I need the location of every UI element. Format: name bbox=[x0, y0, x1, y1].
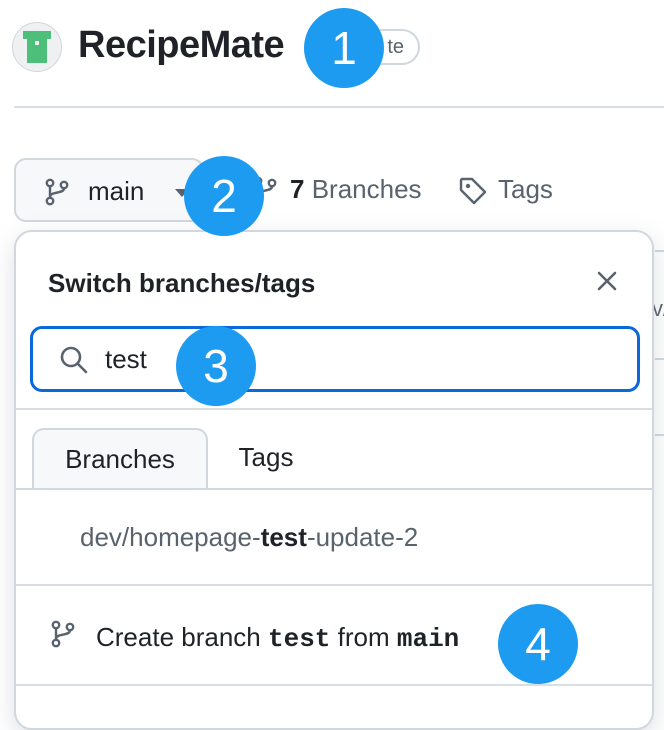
dropdown-divider bbox=[16, 408, 652, 410]
source-branch-name: main bbox=[396, 624, 460, 654]
edge-divider bbox=[655, 358, 664, 360]
search-icon bbox=[60, 346, 88, 374]
git-branch-icon bbox=[45, 178, 69, 206]
close-icon[interactable] bbox=[592, 266, 622, 296]
dropdown-divider bbox=[16, 584, 652, 586]
dropdown-divider bbox=[16, 684, 652, 686]
branches-label: Branches bbox=[311, 174, 422, 204]
branch-name-match: test bbox=[260, 522, 307, 552]
repo-avatar bbox=[12, 22, 62, 72]
create-middle: from bbox=[330, 622, 397, 652]
branch-search-field[interactable] bbox=[30, 326, 640, 392]
create-branch-label: Create branch test from main bbox=[96, 622, 459, 654]
shirt-icon bbox=[23, 31, 51, 63]
dropdown-title: Switch branches/tags bbox=[48, 268, 316, 298]
tabs-divider bbox=[16, 488, 652, 490]
annotation-marker-3: 3 bbox=[176, 326, 256, 406]
git-branch-icon bbox=[51, 620, 75, 648]
branches-link[interactable]: 7 Branches bbox=[290, 174, 422, 205]
new-branch-name: test bbox=[267, 624, 331, 654]
branch-name-prefix: dev/homepage- bbox=[80, 522, 261, 552]
annotation-marker-2: 2 bbox=[184, 156, 264, 236]
annotation-marker-4: 4 bbox=[498, 604, 578, 684]
edge-divider bbox=[655, 434, 664, 436]
header-divider bbox=[14, 106, 664, 108]
branch-count: 7 bbox=[290, 174, 305, 204]
tags-link[interactable]: Tags bbox=[498, 174, 553, 205]
create-prefix: Create branch bbox=[96, 622, 268, 652]
tab-tags[interactable]: Tags bbox=[216, 428, 316, 490]
repo-title[interactable]: RecipeMate bbox=[78, 24, 285, 67]
branch-name-suffix: -update-2 bbox=[306, 522, 419, 552]
branch-selector-button[interactable]: main bbox=[14, 158, 204, 222]
annotation-marker-1: 1 bbox=[304, 8, 384, 88]
edge-divider bbox=[655, 250, 664, 252]
branch-result-item[interactable]: dev/homepage-test-update-2 bbox=[80, 522, 418, 553]
tab-branches[interactable]: Branches bbox=[32, 428, 208, 490]
current-branch-label: main bbox=[88, 176, 145, 206]
tag-icon bbox=[459, 177, 487, 205]
